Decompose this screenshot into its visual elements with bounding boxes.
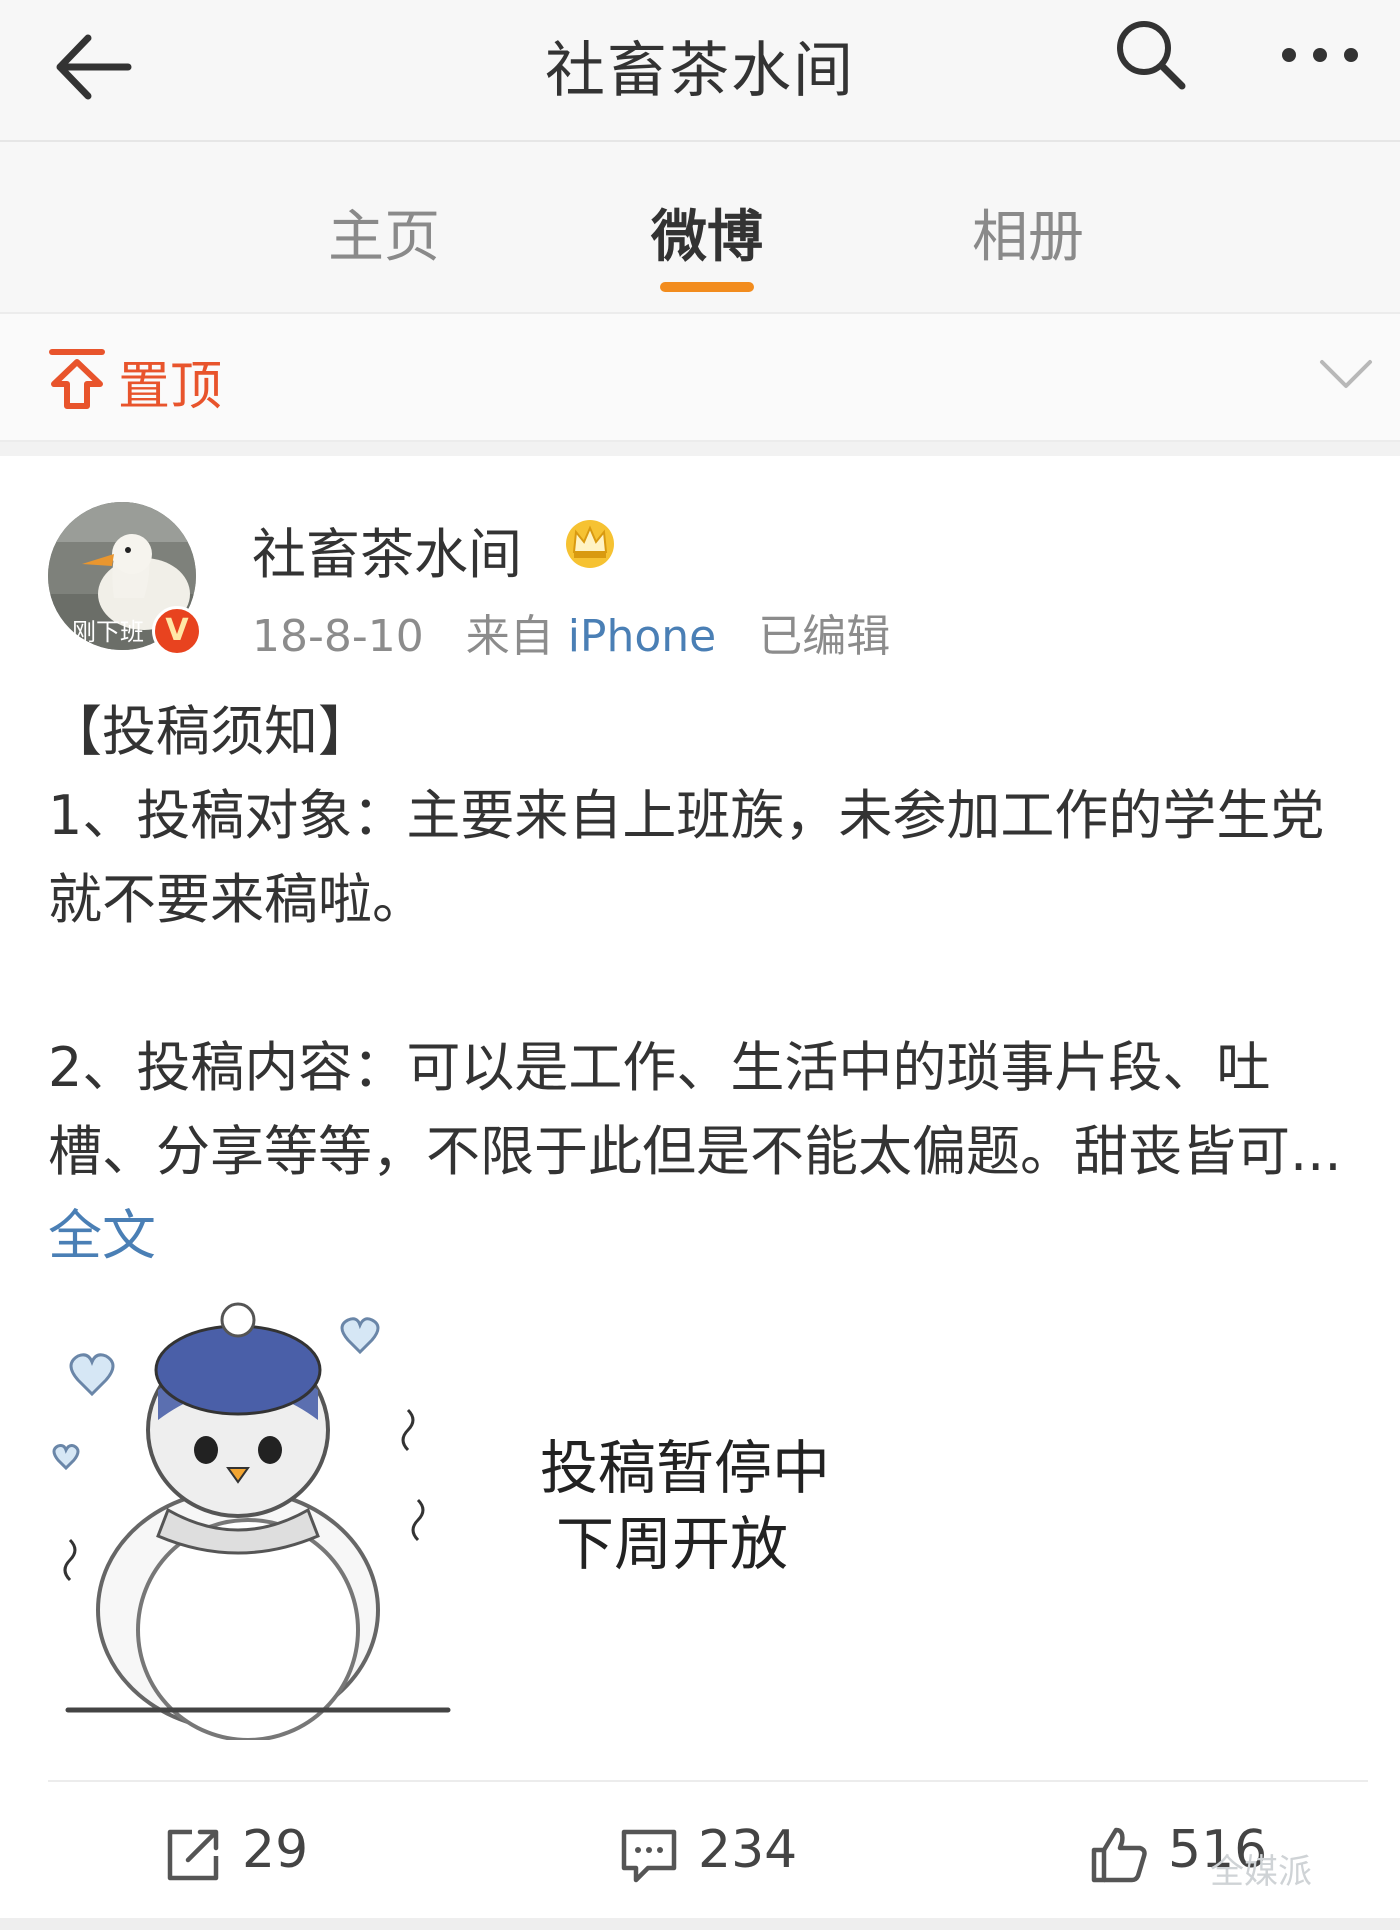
bottom-strip <box>0 1918 1400 1930</box>
post-meta: 18-8-10 来自 iPhone 已编辑 <box>252 600 890 664</box>
post-author-name[interactable]: 社畜茶水间 <box>252 510 522 589</box>
image-caption: 投稿暂停中 下周开放 <box>540 1430 830 1582</box>
full-text-link[interactable]: 全文 <box>48 1204 156 1267</box>
post-edited-label: 已编辑 <box>758 611 891 662</box>
top-nav-bar: 社畜茶水间 <box>0 0 1400 142</box>
section-gap <box>0 442 1400 456</box>
repost-icon <box>167 1829 219 1881</box>
repost-count: 29 <box>242 1820 309 1880</box>
chevron-down-icon[interactable] <box>1316 354 1376 394</box>
post-line: 2、投稿内容：可以是工作、生活中的琐事片段、吐槽、分享等等，不限于此但是不能太偏… <box>48 1026 1368 1278</box>
post-source[interactable]: iPhone <box>568 611 717 662</box>
post-line: 1、投稿对象：主要来自上班族，未参加工作的学生党就不要来稿啦。 <box>48 784 1325 931</box>
like-icon <box>1091 1827 1147 1883</box>
pinned-label: 置顶 <box>118 357 223 417</box>
action-divider <box>48 1780 1368 1782</box>
avatar-caption: 刚下班 <box>72 618 144 646</box>
page-title: 社畜茶水间 <box>545 36 855 106</box>
penguin-sticker <box>52 1302 451 1742</box>
post-line-text: 2、投稿内容：可以是工作、生活中的琐事片段、吐槽、分享等等，不限于此但是不能太偏… <box>48 1036 1342 1183</box>
pinned-header[interactable]: 置顶 <box>0 314 1400 442</box>
image-caption-line: 投稿暂停中 <box>540 1434 831 1502</box>
post-date: 18-8-10 <box>252 611 424 662</box>
tab-weibo[interactable]: 微博 <box>597 192 817 273</box>
post-source-prefix: 来自 <box>465 611 554 662</box>
verified-badge: V <box>152 606 202 656</box>
active-tab-indicator <box>660 282 754 292</box>
crown-icon <box>566 520 614 568</box>
profile-tabs: 主页 微博 相册 <box>0 142 1400 314</box>
more-icon[interactable] <box>1275 20 1365 90</box>
tab-album[interactable]: 相册 <box>918 192 1138 273</box>
tab-home[interactable]: 主页 <box>274 192 494 273</box>
search-icon[interactable] <box>1110 14 1190 94</box>
pin-top-icon <box>49 349 105 409</box>
post-content: 【投稿须知】 1、投稿对象：主要来自上班族，未参加工作的学生党就不要来稿啦。 2… <box>48 690 1368 1278</box>
post-line <box>48 942 1368 1026</box>
comment-icon <box>621 1829 677 1883</box>
comment-count: 234 <box>698 1820 798 1880</box>
watermark-text: 全媒派 <box>1210 1852 1312 1892</box>
post-line: 【投稿须知】 <box>48 700 372 763</box>
image-caption-line: 下周开放 <box>556 1510 789 1578</box>
